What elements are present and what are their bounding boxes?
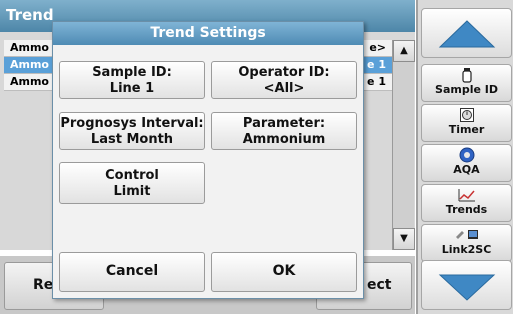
sample-id-label: Sample ID — [435, 83, 498, 96]
operator-id-field-value: <All> — [263, 81, 305, 96]
row-tail: e 1 — [367, 75, 386, 88]
timer-icon — [422, 105, 511, 123]
scroll-up-icon[interactable]: ▲ — [393, 40, 415, 62]
dialog-title: Trend Settings — [53, 22, 363, 45]
row-lead: Ammo — [10, 41, 49, 54]
trends-label: Trends — [445, 203, 488, 216]
row-lead: Ammo — [10, 75, 49, 88]
page-up-button[interactable] — [421, 8, 512, 58]
arrow-up-icon — [438, 20, 496, 48]
arrow-down-icon — [438, 274, 496, 301]
timer-label: Timer — [448, 123, 485, 136]
side-panel: Sample ID Timer AQA Trends Link2SC — [416, 0, 513, 314]
prognosys-interval-button[interactable]: Prognosys Interval: Last Month — [59, 112, 205, 150]
cancel-button[interactable]: Cancel — [59, 252, 205, 292]
row-tail: e 1 — [367, 58, 386, 71]
timer-button[interactable]: Timer — [421, 104, 512, 142]
operator-id-field-label: Operator ID: — [238, 65, 330, 80]
sample-id-field-label: Sample ID: — [92, 65, 172, 80]
cancel-label: Cancel — [105, 263, 159, 279]
sample-id-button[interactable]: Sample ID — [421, 64, 512, 102]
link2sc-icon — [422, 225, 511, 243]
aqa-icon — [422, 145, 511, 163]
page-down-button[interactable] — [421, 260, 512, 310]
scroll-down-icon[interactable]: ▼ — [393, 228, 415, 250]
control-limit-button[interactable]: Control Limit — [59, 162, 205, 204]
sample-bottle-icon — [422, 65, 511, 83]
aqa-label: AQA — [453, 163, 480, 176]
table-scrollbar[interactable]: ▲ ▼ — [392, 40, 415, 250]
sample-id-field-value: Line 1 — [109, 81, 155, 96]
ok-label: OK — [272, 263, 296, 279]
link2sc-label: Link2SC — [441, 243, 492, 256]
aqa-button[interactable]: AQA — [421, 144, 512, 182]
control-limit-line2: Limit — [113, 184, 151, 199]
parameter-value: Ammonium — [242, 132, 326, 147]
prognosys-interval-value: Last Month — [90, 132, 174, 147]
ok-button[interactable]: OK — [211, 252, 357, 292]
operator-id-field-button[interactable]: Operator ID: <All> — [211, 61, 357, 99]
row-tail: e> — [369, 41, 386, 54]
link2sc-button[interactable]: Link2SC — [421, 224, 512, 262]
control-limit-line1: Control — [105, 168, 159, 183]
recall-label: Re — [33, 277, 54, 293]
trends-icon — [422, 185, 511, 203]
select-label: ect — [367, 277, 392, 293]
parameter-label: Parameter: — [242, 116, 326, 131]
sample-id-field-button[interactable]: Sample ID: Line 1 — [59, 61, 205, 99]
row-lead: Ammo — [10, 58, 49, 71]
trends-button[interactable]: Trends — [421, 184, 512, 222]
prognosys-interval-label: Prognosys Interval: — [60, 116, 204, 131]
parameter-button[interactable]: Parameter: Ammonium — [211, 112, 357, 150]
trend-settings-dialog: Trend Settings Sample ID: Line 1 Operato… — [52, 21, 364, 299]
